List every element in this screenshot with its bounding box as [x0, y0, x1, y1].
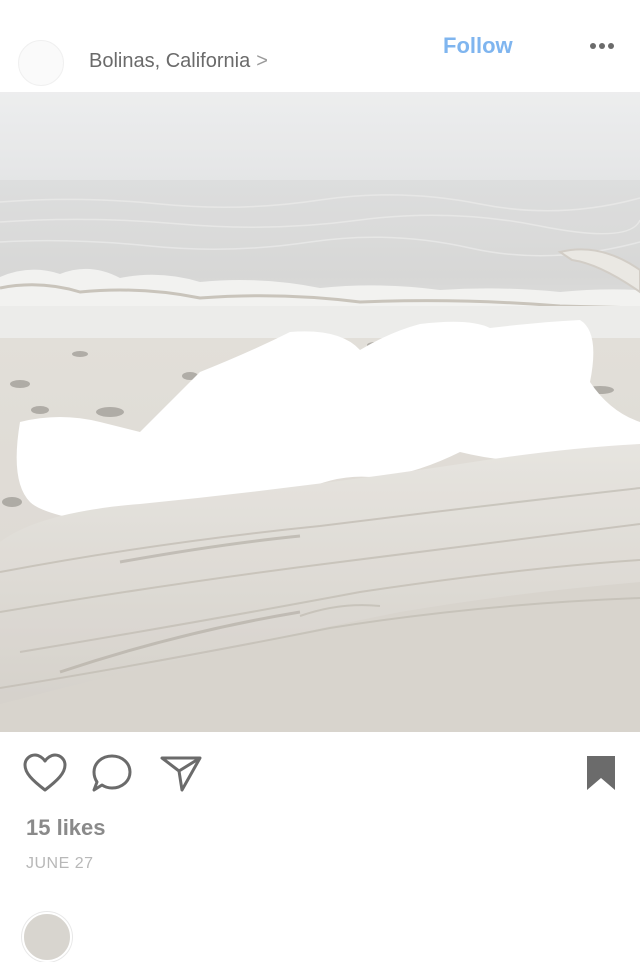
- comment-icon[interactable]: [90, 752, 136, 796]
- user-avatar[interactable]: [18, 40, 64, 86]
- likes-count[interactable]: 15 likes: [26, 815, 106, 841]
- more-horizontal-icon[interactable]: [588, 36, 616, 56]
- location-link[interactable]: Bolinas, California >: [89, 50, 268, 73]
- heart-icon[interactable]: [22, 752, 68, 794]
- follow-button[interactable]: Follow: [443, 33, 513, 59]
- send-icon[interactable]: [158, 752, 204, 794]
- chevron-right-icon: >: [256, 50, 268, 72]
- beach-driftwood-image: [0, 92, 640, 732]
- post-date: JUNE 27: [26, 855, 94, 872]
- comment-avatar[interactable]: [22, 912, 72, 962]
- post-photo[interactable]: [0, 92, 640, 732]
- location-label: Bolinas, California: [89, 50, 251, 72]
- post-header: Bolinas, California > Follow: [0, 0, 640, 92]
- bookmark-icon[interactable]: [584, 754, 618, 794]
